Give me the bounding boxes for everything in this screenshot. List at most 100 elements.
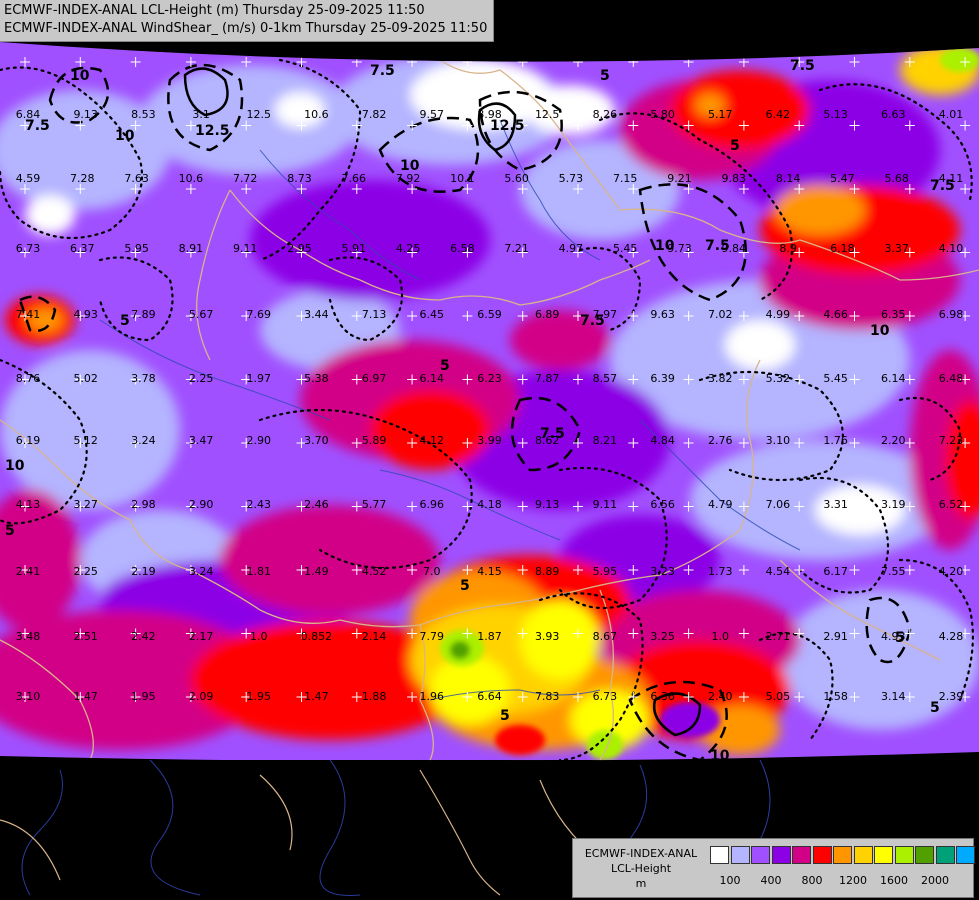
station-value: 4.25 (396, 242, 421, 255)
station-value: 4.20 (939, 565, 964, 578)
station-value: 5.89 (362, 434, 387, 447)
contour-label: 5 (460, 578, 470, 594)
legend-swatch (792, 846, 811, 864)
station-value: 6.59 (477, 308, 502, 321)
station-value: 3.10 (766, 434, 791, 447)
station-value: 7.82 (362, 108, 387, 121)
legend-swatch (853, 846, 873, 864)
legend-tick-label: 2000 (921, 874, 949, 887)
station-value: 7.21 (504, 242, 529, 255)
station-value: 6.18 (830, 242, 855, 255)
station-value: 5.60 (504, 172, 529, 185)
contour-label: 5 (500, 708, 510, 724)
station-value: 4.66 (823, 308, 848, 321)
station-value: 1.58 (823, 690, 848, 703)
contour-label: 12.5 (490, 118, 525, 134)
station-value: 1.95 (131, 690, 156, 703)
station-value: 9.11 (233, 242, 258, 255)
station-value: 2.51 (73, 630, 98, 643)
station-value: 3.31 (823, 498, 848, 511)
station-value: 8.89 (535, 565, 560, 578)
station-value: 12.5 (535, 108, 560, 121)
station-value: 7.55 (881, 565, 906, 578)
station-value: 4.59 (16, 172, 41, 185)
station-value: 1.47 (73, 690, 98, 703)
station-value: 7.72 (233, 172, 258, 185)
station-value: 3.1 (192, 108, 210, 121)
station-value: 12.5 (247, 108, 272, 121)
contour-label: 5 (440, 358, 450, 374)
legend-swatch (751, 846, 770, 864)
legend-swatch (833, 846, 852, 864)
station-value: 6.63 (881, 108, 906, 121)
map-header: ECMWF-INDEX-ANAL LCL-Height (m) Thursday… (0, 0, 495, 42)
station-value: 6.45 (420, 308, 445, 321)
station-value: 1.81 (247, 565, 272, 578)
station-value: 5.17 (708, 108, 733, 121)
legend-tick-label: 100 (719, 874, 741, 887)
station-value: 4.15 (477, 565, 502, 578)
weather-map: 6.84 9.13 8.53 3.1 12.5 10.6 7.82 9.57 8.98 12.5 8… (0, 0, 979, 900)
station-value: 2.09 (189, 690, 214, 703)
station-value: 10.1 (450, 172, 475, 185)
station-value: 6.14 (881, 372, 906, 385)
station-value: 4.93 (73, 308, 98, 321)
station-value: 4.97 (559, 242, 584, 255)
contour-label: 7.5 (25, 118, 50, 134)
station-value: 6.97 (362, 372, 387, 385)
station-value: 5.45 (613, 242, 638, 255)
legend-swatch (710, 846, 729, 864)
station-value: 4.52 (362, 565, 387, 578)
station-value: 1.96 (420, 690, 445, 703)
color-legend: ECMWF-INDEX-ANAL LCL-Height m 100 400 800 1… (572, 838, 975, 898)
station-value: 4.01 (939, 108, 964, 121)
station-value: 7.0 (423, 565, 441, 578)
station-value: 7.89 (131, 308, 156, 321)
station-value: 4.10 (939, 242, 964, 255)
station-value: 6.17 (823, 565, 848, 578)
contour-label: 5 (600, 68, 610, 84)
contour-label: 10 (5, 458, 25, 474)
station-value: 7.66 (342, 172, 367, 185)
station-value: 8.76 (16, 372, 41, 385)
legend-swatch (812, 846, 832, 864)
station-value: 1.76 (823, 434, 848, 447)
station-value: 8.14 (776, 172, 801, 185)
station-value: 7.23 (939, 434, 964, 447)
station-value: 6.35 (881, 308, 906, 321)
station-value: 6.73 (593, 690, 618, 703)
station-value: 6.23 (477, 372, 502, 385)
station-value: 3.37 (884, 242, 909, 255)
station-value: 1.97 (247, 372, 272, 385)
station-value: 3.27 (73, 498, 98, 511)
station-value: 6.58 (450, 242, 475, 255)
station-value: 5.45 (823, 372, 848, 385)
station-value: 4.79 (708, 498, 733, 511)
legend-swatch (915, 846, 934, 864)
station-value: 5.05 (766, 690, 791, 703)
station-value: 7.02 (708, 308, 733, 321)
station-value: 4.13 (16, 498, 41, 511)
station-value: 2.76 (708, 434, 733, 447)
station-value: 5.32 (766, 372, 791, 385)
station-value: 2.20 (881, 434, 906, 447)
station-value: 7.28 (70, 172, 95, 185)
station-value: 1.73 (708, 565, 733, 578)
station-value: 7.69 (247, 308, 272, 321)
station-value: 9.21 (667, 172, 692, 185)
station-value: 6.19 (16, 434, 41, 447)
station-value: 8.57 (593, 372, 618, 385)
station-value: 5.68 (884, 172, 909, 185)
station-value: 3.10 (16, 690, 41, 703)
station-value: 2.71 (766, 630, 791, 643)
station-value: 1.0 (250, 630, 268, 643)
station-value: 3.48 (16, 630, 41, 643)
station-value: 4.84 (650, 434, 675, 447)
station-value: 2.90 (189, 498, 214, 511)
station-value: 3.47 (189, 434, 214, 447)
station-value: 2.14 (362, 630, 387, 643)
contour-label: 7.5 (370, 63, 395, 79)
station-value: 3.78 (131, 372, 156, 385)
station-value: 7.13 (362, 308, 387, 321)
station-value: 2.42 (131, 630, 156, 643)
